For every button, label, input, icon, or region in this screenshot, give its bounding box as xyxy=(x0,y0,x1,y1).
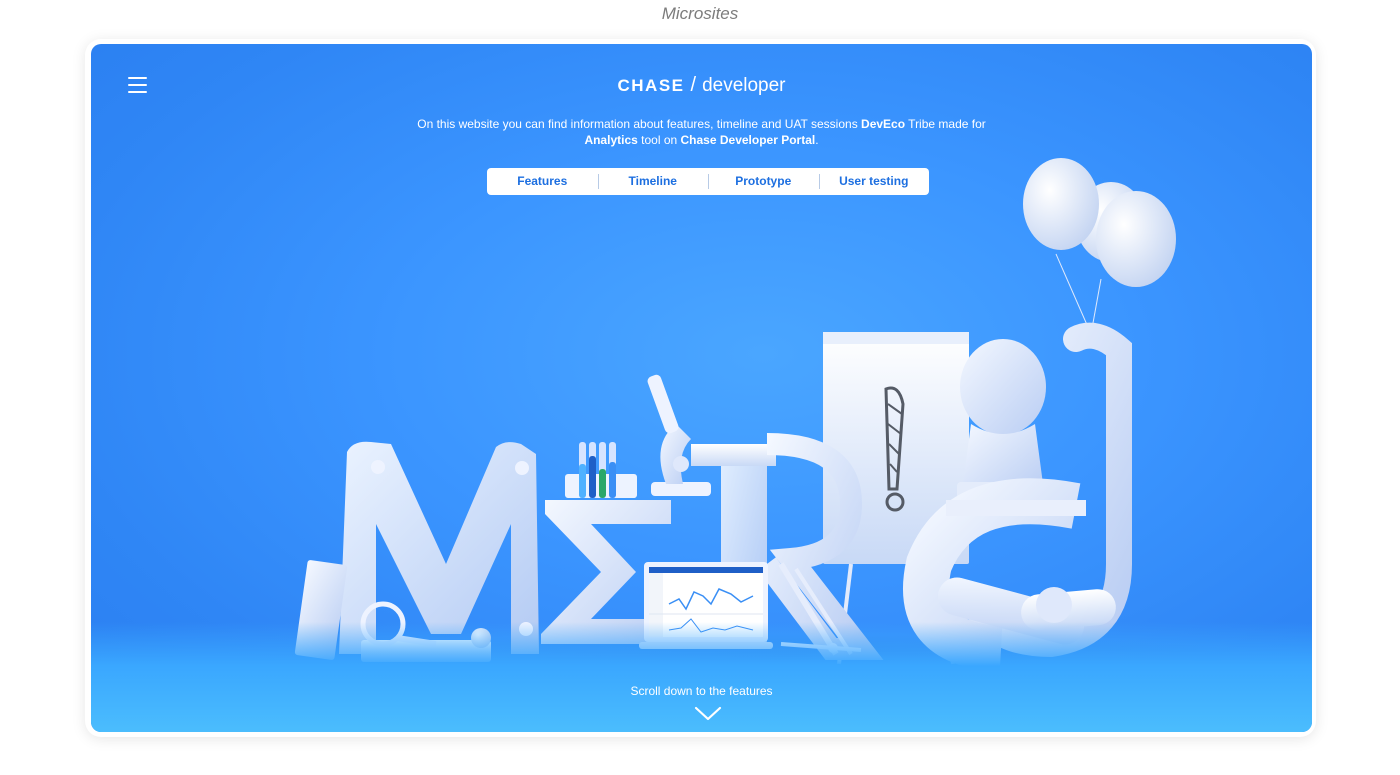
brand-product: developer xyxy=(702,75,786,96)
intro-text-bold: Chase Developer Portal xyxy=(680,133,816,147)
brand-separator: / xyxy=(690,74,697,96)
tab-features[interactable]: Features xyxy=(487,168,598,195)
section-nav: Features Timeline Prototype User testing xyxy=(487,168,929,195)
tab-timeline[interactable]: Timeline xyxy=(597,168,709,195)
intro-text-bold: Analytics xyxy=(584,133,638,147)
microscope xyxy=(647,374,711,496)
shelf xyxy=(946,500,1086,516)
intro-text: On this website you can find information… xyxy=(401,116,1002,148)
scroll-hint-label[interactable]: Scroll down to the features xyxy=(91,684,1312,698)
intro-text-bold: DevEco xyxy=(861,117,906,131)
intro-text-part: . xyxy=(815,133,819,147)
test-tubes xyxy=(565,442,637,498)
brand-logo[interactable]: CHASE / developer xyxy=(91,74,1312,97)
intro-text-part: On this website you can find information… xyxy=(417,117,862,131)
chevron-down-icon[interactable] xyxy=(694,706,722,722)
tab-prototype[interactable]: Prototype xyxy=(708,168,819,195)
brand-name: CHASE xyxy=(617,76,685,95)
balloons xyxy=(1023,158,1176,335)
statue-bust xyxy=(957,339,1049,502)
intro-text-part: Tribe made for xyxy=(905,117,986,131)
section-caption: Microsites xyxy=(661,4,739,23)
tab-user-testing[interactable]: User testing xyxy=(818,168,930,195)
intro-text-part: tool on xyxy=(637,133,681,147)
hero-screen: CHASE / developer On this website you can … xyxy=(91,44,1312,732)
